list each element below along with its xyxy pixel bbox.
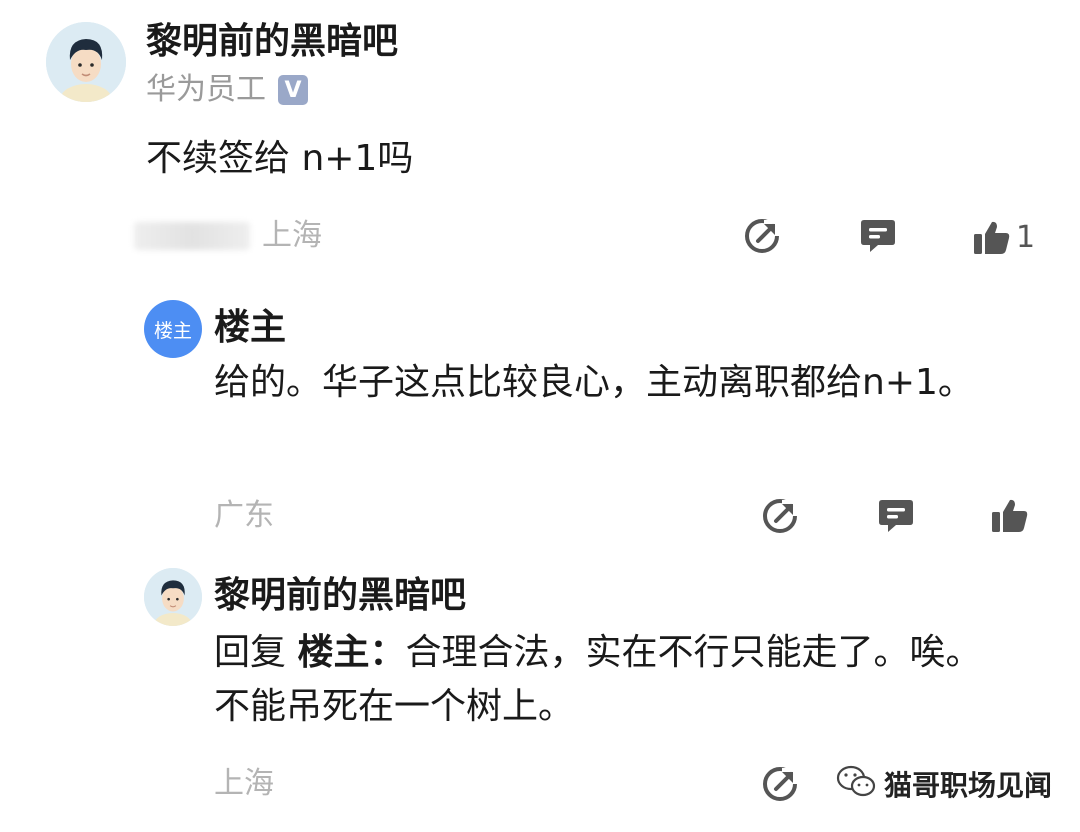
reply-author-avatar[interactable]: [144, 568, 202, 626]
like-count: 1: [1016, 220, 1036, 255]
reply-like-button[interactable]: [990, 496, 1030, 536]
reply-owner-avatar[interactable]: 楼主: [144, 300, 202, 358]
reply-location: 广东: [214, 498, 274, 533]
badge-text: 华为员工: [146, 72, 266, 107]
post-content: 不续签给 n+1吗: [146, 138, 414, 179]
post-author-name[interactable]: 黎明前的黑暗吧: [146, 20, 398, 64]
person-avatar-icon: [144, 568, 202, 626]
author-badge: 华为员工 V: [146, 72, 308, 108]
person-avatar-icon: [46, 22, 126, 102]
share-button[interactable]: [742, 216, 782, 256]
watermark-text: 猫哥职场见闻: [884, 769, 1053, 802]
like-button[interactable]: 1: [972, 218, 1035, 258]
reply-author-name[interactable]: 楼主: [214, 306, 286, 350]
wechat-icon: [836, 765, 876, 803]
reply-location: 上海: [214, 766, 274, 801]
blurred-username: [134, 222, 250, 250]
reply-share-button[interactable]: [760, 764, 800, 804]
reply-comment-button[interactable]: [876, 496, 916, 536]
reply-content: 回复 楼主：合理合法，实在不行只能走了。唉。不能吊死在一个树上。: [214, 626, 1014, 734]
thumbs-up-icon: [992, 499, 1028, 532]
reply-content: 给的。华子这点比较良心，主动离职都给n+1。: [214, 362, 974, 403]
verified-icon: V: [278, 75, 308, 105]
reply-to-user[interactable]: 楼主：: [297, 632, 405, 673]
share-icon: [763, 499, 798, 533]
comment-icon: [861, 220, 895, 252]
comment-button[interactable]: [858, 216, 898, 256]
post-author-avatar[interactable]: [46, 22, 126, 102]
reply-author-name[interactable]: 黎明前的黑暗吧: [214, 574, 466, 618]
thumbs-up-icon: [972, 218, 1012, 258]
share-icon: [763, 767, 798, 801]
watermark: 猫哥职场见闻: [836, 764, 1052, 804]
reply-share-button[interactable]: [760, 496, 800, 536]
post-location: 上海: [262, 218, 322, 253]
comment-icon: [879, 500, 913, 532]
reply-prefix: 回复: [214, 632, 287, 673]
share-icon: [745, 219, 780, 253]
